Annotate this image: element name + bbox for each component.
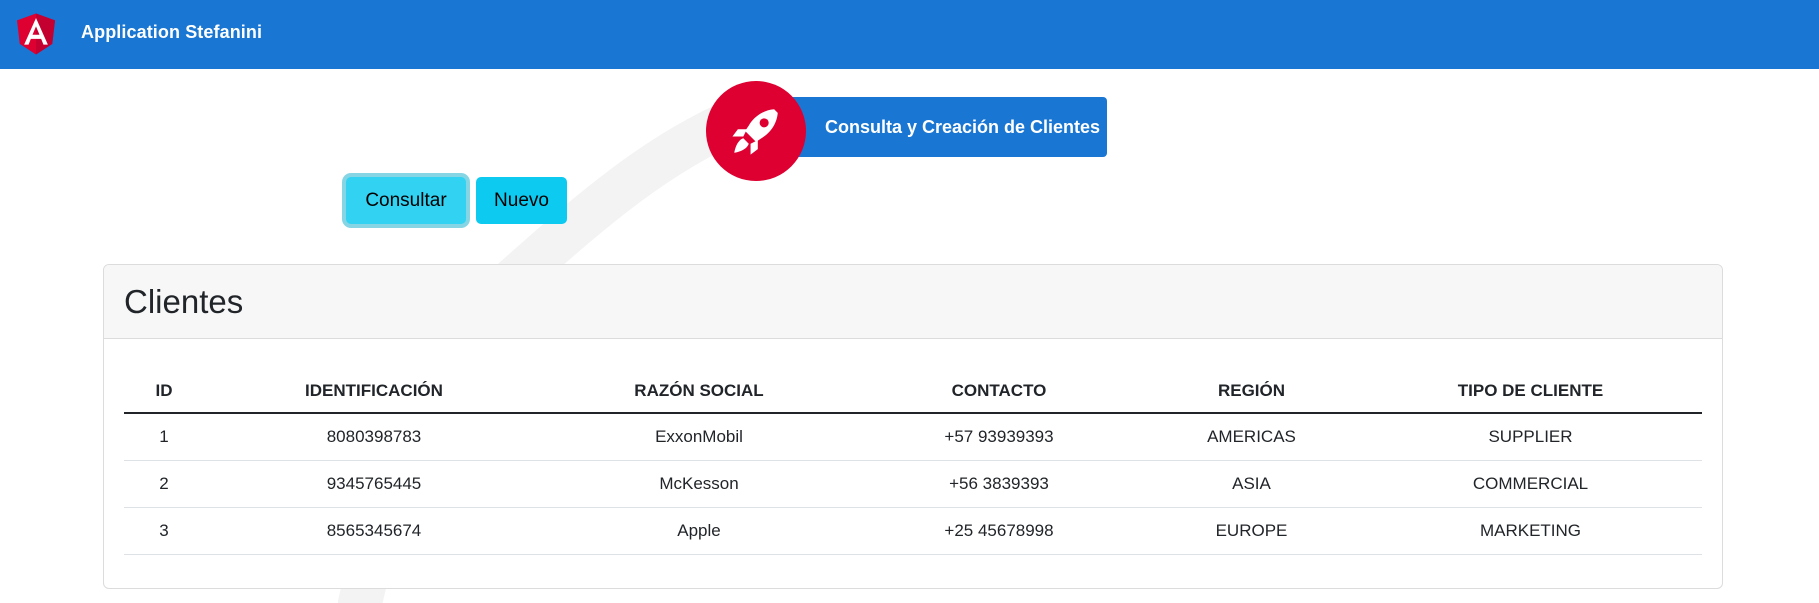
cell-contacto: +57 93939393 — [854, 413, 1144, 461]
consulta-creacion-label: Consulta y Creación de Clientes — [825, 116, 1101, 137]
cell-razon-social: McKesson — [544, 460, 854, 508]
consulta-creacion-card[interactable]: Consulta y Creación de Clientes — [760, 97, 1107, 157]
cell-id: 1 — [124, 413, 204, 461]
cell-razon-social: ExxonMobil — [544, 413, 854, 461]
nuevo-button[interactable]: Nuevo — [476, 177, 567, 224]
table-row[interactable]: 3 8565345674 Apple +25 45678998 EUROPE M… — [124, 507, 1702, 555]
clientes-title: Clientes — [124, 282, 244, 320]
cell-identificacion: 9345765445 — [204, 460, 544, 508]
clientes-table-wrapper: ID IDENTIFICACIÓN RAZÓN SOCIAL CONTACTO … — [124, 370, 1702, 555]
clientes-card-header: Clientes — [104, 265, 1722, 339]
column-header-contacto[interactable]: CONTACTO — [854, 370, 1144, 414]
angular-logo-icon — [17, 13, 55, 55]
column-header-id[interactable]: ID — [124, 370, 204, 414]
rocket-icon — [732, 109, 778, 155]
column-header-razon-social[interactable]: RAZÓN SOCIAL — [544, 370, 854, 414]
table-row[interactable]: 2 9345765445 McKesson +56 3839393 ASIA C… — [124, 460, 1702, 508]
cell-region: ASIA — [1144, 460, 1359, 508]
clientes-card: Clientes ID IDENTIFICACIÓN RAZÓN SOCIAL … — [103, 264, 1723, 589]
table-header-row: ID IDENTIFICACIÓN RAZÓN SOCIAL CONTACTO … — [124, 370, 1702, 414]
cell-id: 3 — [124, 507, 204, 555]
cell-tipo-cliente: SUPPLIER — [1359, 413, 1702, 461]
top-toolbar: Application Stefanini — [0, 0, 1819, 69]
cell-region: EUROPE — [1144, 507, 1359, 555]
cell-tipo-cliente: COMMERCIAL — [1359, 460, 1702, 508]
cell-razon-social: Apple — [544, 507, 854, 555]
column-header-identificacion[interactable]: IDENTIFICACIÓN — [204, 370, 544, 414]
cell-id: 2 — [124, 460, 204, 508]
cell-identificacion: 8565345674 — [204, 507, 544, 555]
cell-tipo-cliente: MARKETING — [1359, 507, 1702, 555]
rocket-badge — [706, 81, 806, 181]
cell-region: AMERICAS — [1144, 413, 1359, 461]
cell-contacto: +56 3839393 — [854, 460, 1144, 508]
clientes-table: ID IDENTIFICACIÓN RAZÓN SOCIAL CONTACTO … — [124, 370, 1702, 555]
table-row[interactable]: 1 8080398783 ExxonMobil +57 93939393 AME… — [124, 413, 1702, 461]
consultar-button[interactable]: Consultar — [346, 177, 466, 224]
app-title: Application Stefanini — [81, 22, 263, 42]
column-header-region[interactable]: REGIÓN — [1144, 370, 1359, 414]
cell-identificacion: 8080398783 — [204, 413, 544, 461]
cell-contacto: +25 45678998 — [854, 507, 1144, 555]
column-header-tipo-cliente[interactable]: TIPO DE CLIENTE — [1359, 370, 1702, 414]
